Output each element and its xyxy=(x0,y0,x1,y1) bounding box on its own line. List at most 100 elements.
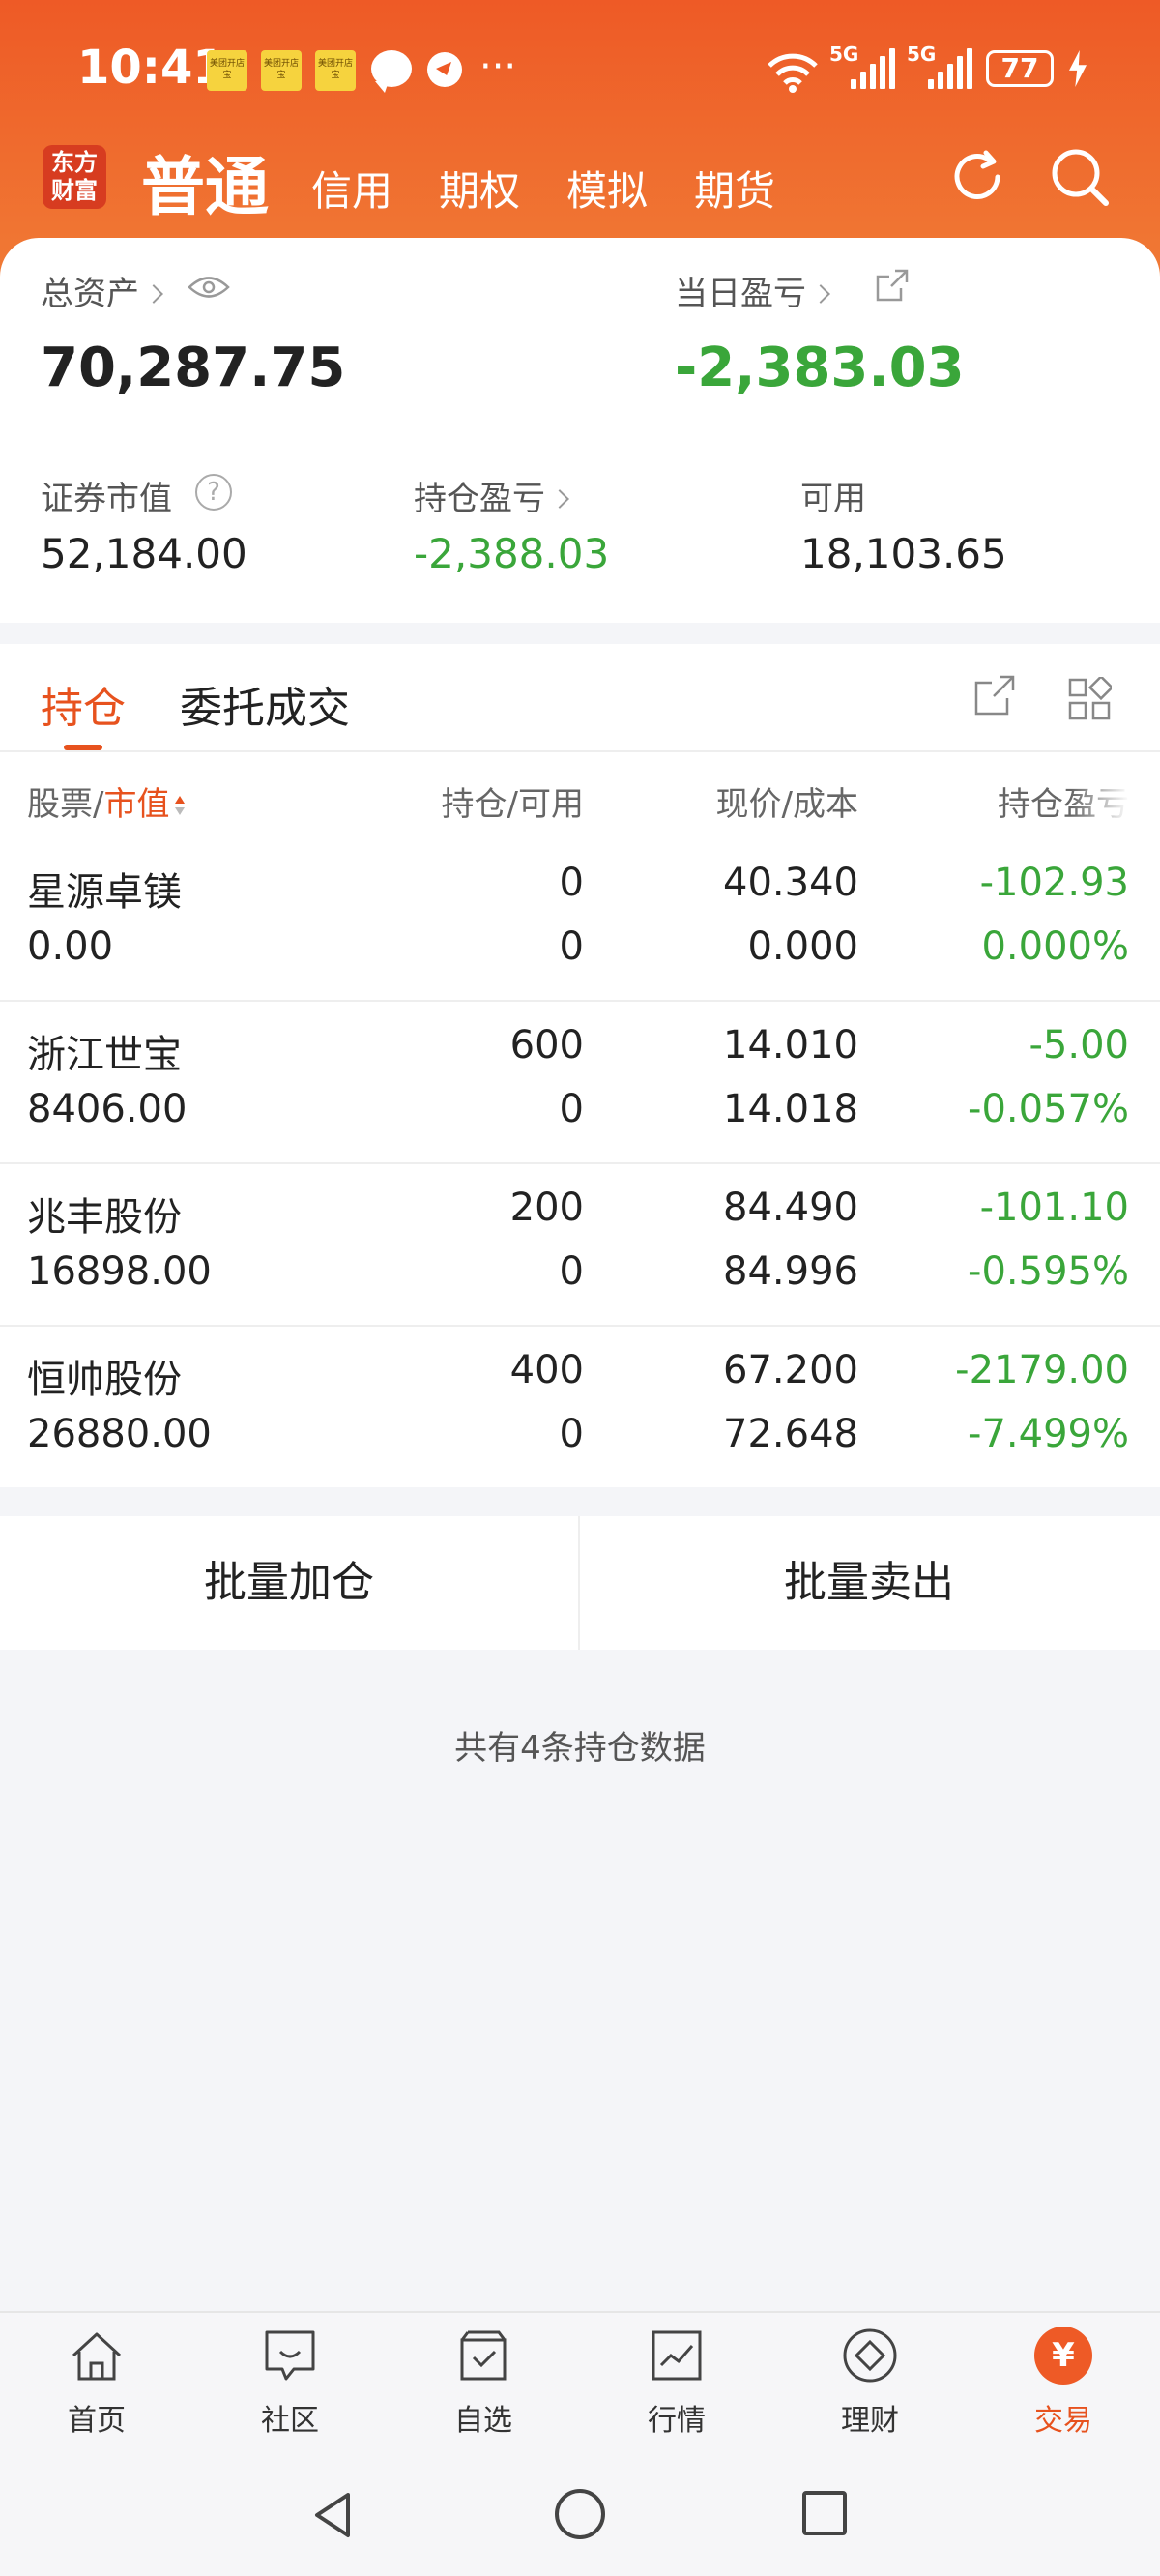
watchlist-icon xyxy=(460,2330,507,2381)
nav-wealth[interactable]: 理财 xyxy=(773,2327,967,2452)
stock-market-value: 26880.00 xyxy=(27,1412,212,1456)
back-icon[interactable] xyxy=(307,2489,360,2541)
grid-icon[interactable] xyxy=(1067,677,1112,721)
market-chart-icon xyxy=(652,2330,702,2381)
holding-qty: 400 xyxy=(509,1348,584,1392)
tab-orders[interactable]: 委托成交 xyxy=(180,673,350,735)
pnl-amount: -2179.00 xyxy=(955,1348,1129,1392)
position-pnl-label[interactable]: 持仓盈亏 xyxy=(414,472,569,519)
current-price: 84.490 xyxy=(723,1186,858,1230)
daily-pnl-label[interactable]: 当日盈亏 xyxy=(675,267,830,314)
share-icon[interactable] xyxy=(972,673,1017,717)
batch-actions: 批量加仓 批量卖出 xyxy=(0,1516,1160,1650)
table-row[interactable]: 浙江世宝 8406.00 600 0 14.010 14.018 -5.00 -… xyxy=(0,1000,1160,1162)
current-price: 67.200 xyxy=(723,1348,858,1392)
position-pnl-value: -2,388.03 xyxy=(414,530,610,577)
holding-qty: 200 xyxy=(509,1186,584,1230)
pnl-percent: -7.499% xyxy=(968,1412,1129,1456)
pnl-percent: -0.595% xyxy=(968,1249,1129,1294)
tab-simulation[interactable]: 模拟 xyxy=(566,159,648,218)
refresh-icon[interactable] xyxy=(947,147,1007,207)
nav-community[interactable]: 社区 xyxy=(193,2327,387,2452)
tab-holdings[interactable]: 持仓 xyxy=(41,673,126,735)
divider xyxy=(0,750,1160,752)
available-qty: 0 xyxy=(559,1412,584,1456)
meituan-notification-icon: 美团开店宝 xyxy=(261,50,302,91)
signal-icon: 5G xyxy=(907,43,974,93)
status-time: 10:41 xyxy=(77,41,225,95)
current-price: 14.010 xyxy=(723,1023,858,1068)
telegram-notification-icon xyxy=(427,52,462,87)
stock-market-value: 16898.00 xyxy=(27,1249,212,1294)
pnl-percent: 0.000% xyxy=(981,924,1129,969)
available-label: 可用 xyxy=(800,480,866,518)
stock-name: 兆丰股份 xyxy=(27,1195,182,1240)
available-value: 18,103.65 xyxy=(800,530,1007,577)
pnl-percent: -0.057% xyxy=(968,1087,1129,1131)
stock-name: 恒帅股份 xyxy=(27,1358,182,1402)
recent-apps-icon[interactable] xyxy=(802,2491,847,2535)
system-nav-bar xyxy=(0,2452,1160,2576)
holdings-count-text: 共有4条持仓数据 xyxy=(454,1729,706,1768)
table-row[interactable]: 星源卓镁 0.00 0 0 40.340 0.000 -102.93 0.000… xyxy=(0,837,1160,1000)
cost-price: 72.648 xyxy=(723,1412,858,1456)
status-bar: 10:41 美团开店宝 美团开店宝 美团开店宝 ··· 5G 5G 77 xyxy=(0,0,1160,135)
nav-market[interactable]: 行情 xyxy=(580,2327,773,2452)
cost-price: 14.018 xyxy=(723,1087,858,1131)
pnl-amount: -5.00 xyxy=(1029,1023,1130,1068)
tab-options[interactable]: 期权 xyxy=(439,159,520,218)
signal-icon: 5G xyxy=(829,43,897,93)
home-button-icon[interactable] xyxy=(555,2489,605,2539)
holding-qty: 600 xyxy=(509,1023,584,1068)
more-notifications-icon: ··· xyxy=(479,44,517,89)
stock-name: 浙江世宝 xyxy=(27,1033,182,1077)
market-value-value: 52,184.00 xyxy=(41,530,247,577)
holding-qty: 0 xyxy=(559,861,584,905)
batch-sell-button[interactable]: 批量卖出 xyxy=(580,1516,1158,1650)
current-price: 40.340 xyxy=(723,861,858,905)
bottom-nav: 首页 社区 自选 行情 理财 ¥ 交易 xyxy=(0,2311,1160,2452)
total-assets-label[interactable]: 总资产 xyxy=(41,267,163,314)
wifi-icon xyxy=(768,53,818,93)
available-qty: 0 xyxy=(559,924,584,969)
column-header-position: 持仓/可用 xyxy=(441,785,584,824)
total-assets-value: 70,287.75 xyxy=(41,337,346,399)
sort-icon xyxy=(175,796,186,815)
chat-notification-icon xyxy=(371,50,412,93)
tab-futures[interactable]: 期货 xyxy=(694,159,775,218)
nav-home[interactable]: 首页 xyxy=(0,2327,193,2452)
app-logo[interactable]: 东方财富 xyxy=(43,145,106,209)
external-link-icon[interactable] xyxy=(874,267,911,304)
help-icon[interactable]: ? xyxy=(195,474,232,511)
wealth-icon xyxy=(843,2328,897,2383)
column-header-stock[interactable]: 股票/市值 xyxy=(27,777,187,825)
pnl-amount: -102.93 xyxy=(979,861,1129,905)
tab-normal[interactable]: 普通 xyxy=(141,135,269,228)
eye-icon[interactable] xyxy=(188,273,230,302)
stock-name: 星源卓镁 xyxy=(27,870,182,915)
pnl-amount: -101.10 xyxy=(979,1186,1129,1230)
charging-icon xyxy=(1069,50,1087,87)
battery-icon: 77 xyxy=(986,50,1054,87)
cost-price: 84.996 xyxy=(723,1249,858,1294)
column-header-price: 现价/成本 xyxy=(715,785,858,824)
trade-icon: ¥ xyxy=(1034,2327,1092,2385)
stock-market-value: 8406.00 xyxy=(27,1087,188,1131)
market-value-label: 证券市值 xyxy=(41,480,172,518)
column-header-pnl: 持仓盈亏 xyxy=(998,785,1129,824)
daily-pnl-value: -2,383.03 xyxy=(675,337,965,399)
meituan-notification-icon: 美团开店宝 xyxy=(315,50,356,91)
home-icon xyxy=(72,2332,122,2381)
batch-add-button[interactable]: 批量加仓 xyxy=(0,1516,578,1650)
meituan-notification-icon: 美团开店宝 xyxy=(207,50,247,91)
tab-credit[interactable]: 信用 xyxy=(311,159,392,218)
cost-price: 0.000 xyxy=(747,924,858,969)
nav-trade[interactable]: ¥ 交易 xyxy=(967,2327,1160,2452)
nav-watchlist[interactable]: 自选 xyxy=(387,2327,580,2452)
community-icon xyxy=(265,2330,315,2381)
available-qty: 0 xyxy=(559,1087,584,1131)
search-icon[interactable] xyxy=(1048,145,1112,209)
table-row[interactable]: 恒帅股份 26880.00 400 0 67.200 72.648 -2179.… xyxy=(0,1325,1160,1487)
table-row[interactable]: 兆丰股份 16898.00 200 0 84.490 84.996 -101.1… xyxy=(0,1162,1160,1325)
stock-market-value: 0.00 xyxy=(27,924,114,969)
